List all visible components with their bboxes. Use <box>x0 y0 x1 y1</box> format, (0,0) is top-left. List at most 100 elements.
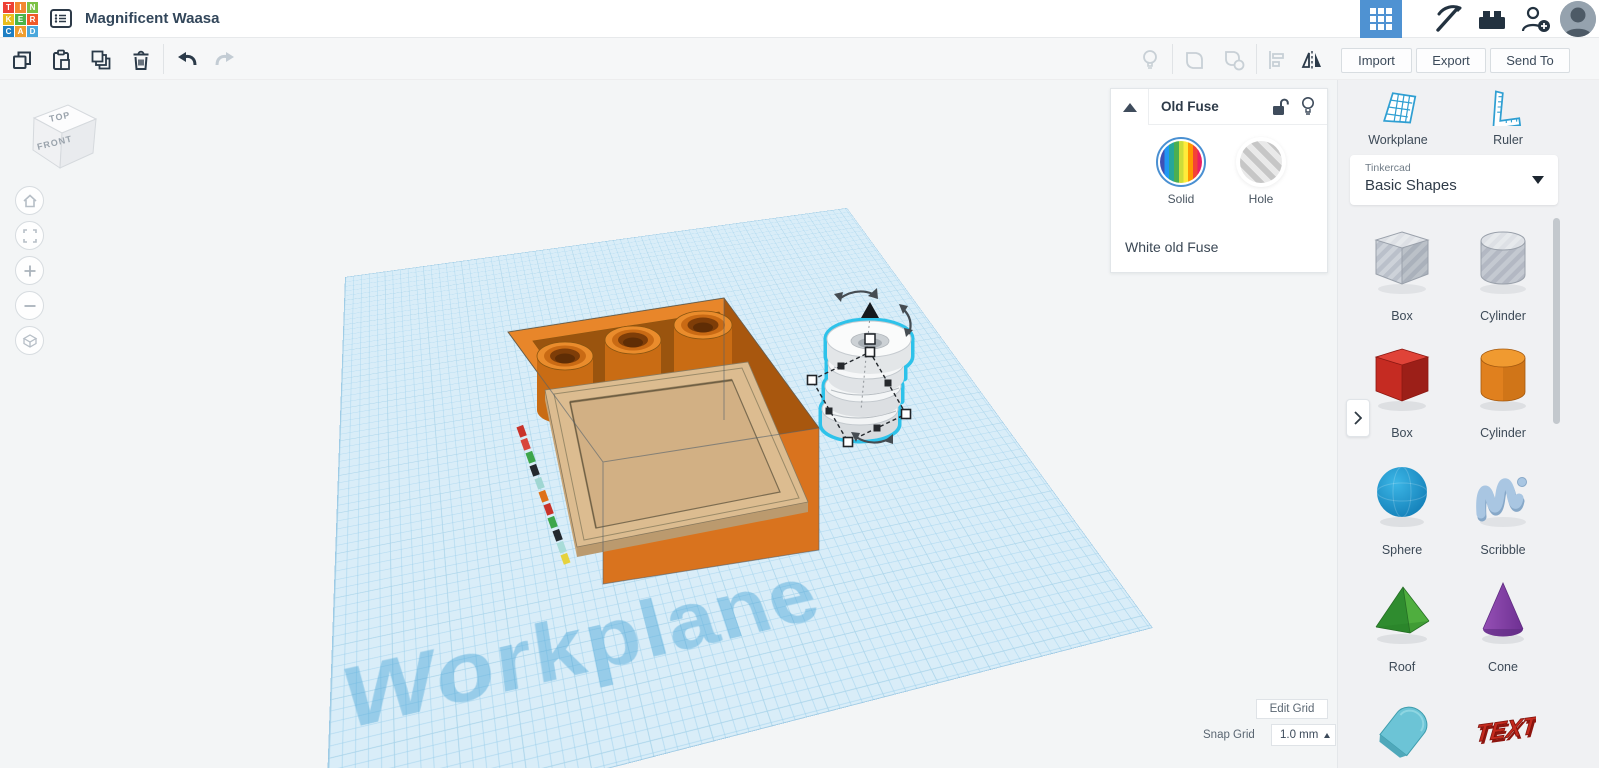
shape-label: Cylinder <box>1453 426 1553 440</box>
copy-button[interactable] <box>10 48 34 72</box>
align-button[interactable] <box>1264 48 1288 72</box>
home-icon <box>21 192 39 210</box>
export-button[interactable]: Export <box>1416 48 1486 73</box>
snap-grid-select[interactable]: 1.0 mm <box>1271 724 1336 746</box>
shape-sphere[interactable]: Sphere <box>1352 460 1452 557</box>
avatar-silhouette-icon <box>1560 1 1596 37</box>
invite-collaborator-button[interactable] <box>1516 0 1556 38</box>
shape-library-dropdown[interactable]: Tinkercad Basic Shapes <box>1350 155 1558 205</box>
top-bar: T I N K E R C A D Magnificent Waasa <box>0 0 1599 38</box>
shape-cone[interactable]: Cone <box>1453 577 1553 674</box>
shapes-panel: Workplane Ruler Tinkercad Basic Shapes <box>1337 80 1599 768</box>
perspective-toggle-button[interactable] <box>15 326 44 355</box>
redo-button[interactable] <box>213 48 237 72</box>
edit-grid-button[interactable]: Edit Grid <box>1256 699 1328 719</box>
duplicate-button[interactable] <box>89 48 113 72</box>
logo-letter: N <box>27 2 38 13</box>
logo-letter: T <box>3 2 14 13</box>
workplane-tool-icon <box>1377 88 1419 126</box>
list-icon <box>50 9 72 28</box>
brick-export-button[interactable] <box>1472 0 1512 38</box>
home-view-button[interactable] <box>15 186 44 215</box>
flip-button[interactable] <box>1300 48 1324 72</box>
hole-swatch[interactable]: Hole <box>1235 141 1287 206</box>
height-scale-handle[interactable] <box>865 334 875 344</box>
solid-label: Solid <box>1155 192 1207 206</box>
panel-scrollbar[interactable] <box>1553 218 1560 424</box>
perspective-cube-icon <box>21 332 39 350</box>
round-roof-icon <box>1369 694 1435 764</box>
raise-handle[interactable] <box>861 302 879 318</box>
dashboard-button[interactable] <box>1360 0 1402 38</box>
shape-name: White old Fuse <box>1125 239 1218 255</box>
logo-letter: I <box>15 2 26 13</box>
edit-toolbar: Import Export Send To <box>0 38 1599 80</box>
inspector-title: Old Fuse <box>1161 99 1219 114</box>
cylinder-striped-icon <box>1470 226 1536 296</box>
minecraft-export-button[interactable] <box>1428 0 1468 38</box>
brick-icon <box>1476 5 1508 33</box>
logo-letter: K <box>3 14 14 25</box>
shape-scribble[interactable]: Scribble <box>1453 460 1553 557</box>
library-source-label: Tinkercad <box>1365 162 1411 174</box>
library-selected-value: Basic Shapes <box>1365 177 1457 194</box>
plus-icon <box>21 262 39 280</box>
logo-letter: E <box>15 14 26 25</box>
shape-roof[interactable]: Roof <box>1352 577 1452 674</box>
shape-text[interactable]: TEXT TEXT <box>1453 694 1553 767</box>
solid-swatch[interactable]: Solid <box>1155 141 1207 206</box>
zoom-out-button[interactable] <box>15 291 44 320</box>
view-cube[interactable]: TOP FRONT <box>14 88 110 184</box>
logo-letter: D <box>27 26 38 37</box>
caret-up-icon <box>1324 733 1330 738</box>
shape-box-transparent[interactable]: Box <box>1352 226 1452 323</box>
account-avatar[interactable] <box>1560 1 1596 37</box>
viewport-canvas[interactable]: Workplane <box>0 80 1337 768</box>
workplane-tool[interactable]: Workplane <box>1350 88 1446 147</box>
hole-pattern-icon <box>1240 141 1282 183</box>
shape-label: Cylinder <box>1453 309 1553 323</box>
ruler-tool-icon <box>1487 88 1529 126</box>
inspector-header: Old Fuse <box>1111 89 1327 125</box>
person-add-icon <box>1520 4 1552 34</box>
workplane-tool-label: Workplane <box>1350 133 1446 147</box>
ruler-tool[interactable]: Ruler <box>1460 88 1556 147</box>
shape-label: Box <box>1352 309 1452 323</box>
design-properties-button[interactable] <box>49 9 73 30</box>
zoom-in-button[interactable] <box>15 256 44 285</box>
lock-button[interactable] <box>1269 97 1291 117</box>
shape-cylinder-transparent[interactable]: Cylinder <box>1453 226 1553 323</box>
redo-icon <box>213 48 237 72</box>
shape-round-roof[interactable] <box>1352 694 1452 767</box>
cylinder-orange-icon <box>1470 343 1536 413</box>
hide-shape-button[interactable] <box>1297 96 1319 118</box>
cone-icon <box>1470 577 1536 647</box>
design-title: Magnificent Waasa <box>85 10 219 27</box>
show-all-button[interactable] <box>1138 48 1162 72</box>
undo-button[interactable] <box>175 48 199 72</box>
send-to-button[interactable]: Send To <box>1490 48 1570 73</box>
solid-color-icon <box>1160 141 1202 183</box>
import-button[interactable]: Import <box>1341 48 1412 73</box>
fit-view-button[interactable] <box>15 221 44 250</box>
paste-button[interactable] <box>49 48 73 72</box>
group-icon <box>1182 48 1206 72</box>
shape-label: Sphere <box>1352 543 1452 557</box>
shape-label: Cone <box>1453 660 1553 674</box>
ungroup-icon <box>1222 48 1246 72</box>
shape-cylinder[interactable]: Cylinder <box>1453 343 1553 440</box>
delete-button[interactable] <box>129 48 153 72</box>
ungroup-button[interactable] <box>1222 48 1246 72</box>
panel-collapse-tab[interactable] <box>1346 399 1370 437</box>
pickaxe-icon <box>1431 3 1465 35</box>
inspector-collapse-button[interactable] <box>1111 89 1149 125</box>
mirror-icon <box>1300 48 1324 72</box>
fuse-box-model[interactable] <box>508 298 819 584</box>
grid-icon <box>1370 8 1392 30</box>
toolbar-divider <box>163 44 164 74</box>
group-button[interactable] <box>1182 48 1206 72</box>
minus-icon <box>21 297 39 315</box>
chevron-up-icon <box>1123 103 1137 112</box>
toolbar-divider <box>1172 44 1173 74</box>
tinkercad-logo[interactable]: T I N K E R C A D <box>3 2 38 37</box>
